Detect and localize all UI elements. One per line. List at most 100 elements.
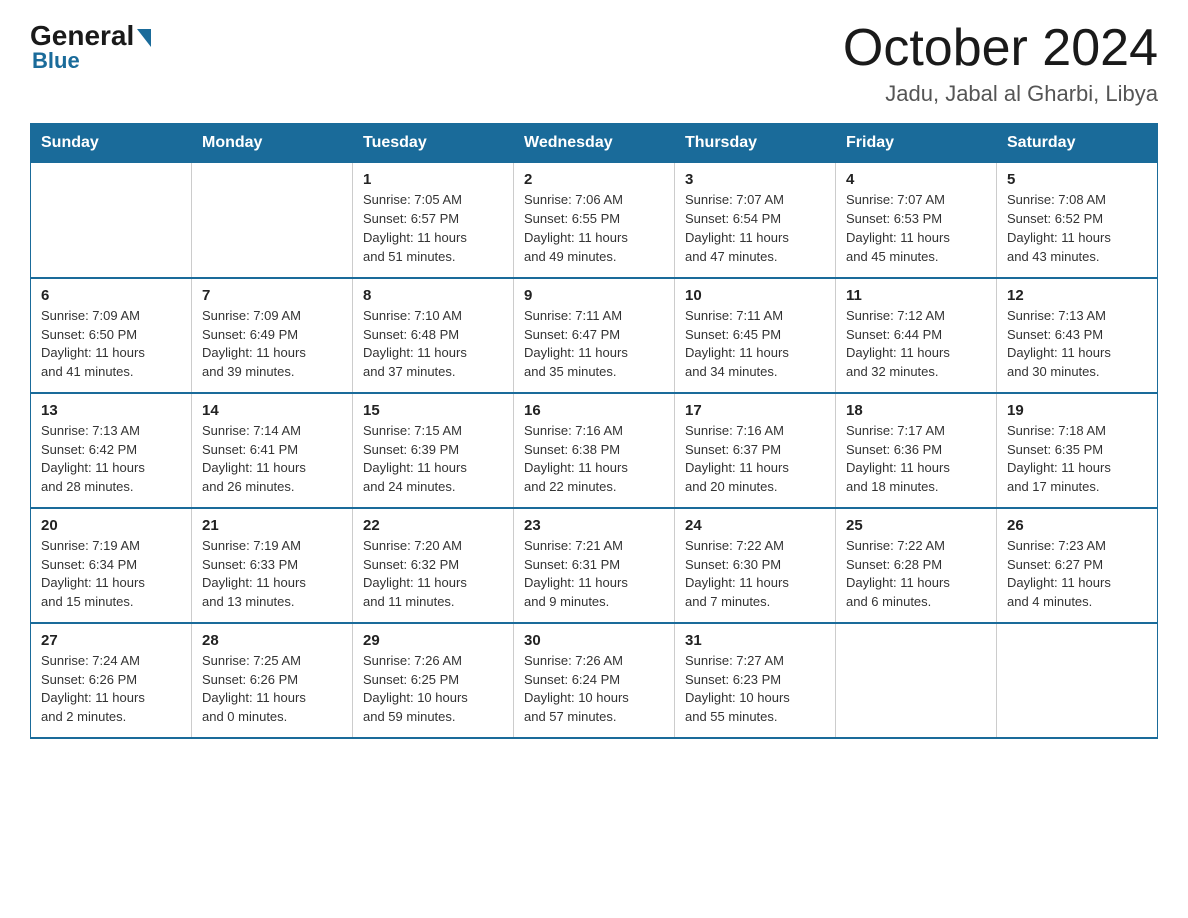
calendar-header: SundayMondayTuesdayWednesdayThursdayFrid… (31, 124, 1158, 163)
day-info: Sunrise: 7:07 AM Sunset: 6:54 PM Dayligh… (685, 191, 825, 266)
day-info: Sunrise: 7:16 AM Sunset: 6:38 PM Dayligh… (524, 422, 664, 497)
day-number: 10 (685, 287, 825, 304)
logo-blue-text: Blue (32, 48, 80, 74)
day-info: Sunrise: 7:17 AM Sunset: 6:36 PM Dayligh… (846, 422, 986, 497)
calendar-cell: 2 Sunrise: 7:06 AM Sunset: 6:55 PM Daylig… (514, 163, 675, 278)
calendar-cell: 25Sunrise: 7:22 AM Sunset: 6:28 PM Dayli… (836, 508, 997, 623)
calendar-cell: 15 Sunrise: 7:15 AM Sunset: 6:39 PM Dayli… (353, 393, 514, 508)
day-number: 22 (363, 517, 503, 534)
logo-arrow-icon (137, 29, 151, 47)
day-number: 21 (202, 517, 342, 534)
day-info: Sunrise: 7:11 AM Sunset: 6:47 PM Dayligh… (524, 307, 664, 382)
calendar-cell: 24Sunrise: 7:22 AM Sunset: 6:30 PM Dayli… (675, 508, 836, 623)
day-number: 26 (1007, 517, 1147, 534)
day-info: Sunrise: 7:07 AM Sunset: 6:53 PM Dayligh… (846, 191, 986, 266)
calendar-cell: 10 Sunrise: 7:11 AM Sunset: 6:45 PM Dayli… (675, 278, 836, 393)
day-number: 17 (685, 402, 825, 419)
day-number: 9 (524, 287, 664, 304)
day-info: Sunrise: 7:16 AM Sunset: 6:37 PM Dayligh… (685, 422, 825, 497)
day-number: 25 (846, 517, 986, 534)
weekday-header-row: SundayMondayTuesdayWednesdayThursdayFrid… (31, 124, 1158, 163)
day-number: 4 (846, 171, 986, 188)
calendar-cell: 22 Sunrise: 7:20 AM Sunset: 6:32 PM Dayli… (353, 508, 514, 623)
day-info: Sunrise: 7:11 AM Sunset: 6:45 PM Dayligh… (685, 307, 825, 382)
weekday-header-thursday: Thursday (675, 124, 836, 163)
day-info: Sunrise: 7:25 AM Sunset: 6:26 PM Dayligh… (202, 652, 342, 727)
day-info: Sunrise: 7:27 AM Sunset: 6:23 PM Dayligh… (685, 652, 825, 727)
calendar-cell: 13Sunrise: 7:13 AM Sunset: 6:42 PM Dayli… (31, 393, 192, 508)
calendar-cell: 29 Sunrise: 7:26 AM Sunset: 6:25 PM Dayli… (353, 623, 514, 738)
calendar-cell: 7 Sunrise: 7:09 AM Sunset: 6:49 PM Daylig… (192, 278, 353, 393)
day-number: 15 (363, 402, 503, 419)
weekday-header-wednesday: Wednesday (514, 124, 675, 163)
calendar-cell: 8 Sunrise: 7:10 AM Sunset: 6:48 PM Daylig… (353, 278, 514, 393)
day-number: 3 (685, 171, 825, 188)
day-info: Sunrise: 7:12 AM Sunset: 6:44 PM Dayligh… (846, 307, 986, 382)
day-info: Sunrise: 7:09 AM Sunset: 6:50 PM Dayligh… (41, 307, 181, 382)
day-info: Sunrise: 7:13 AM Sunset: 6:43 PM Dayligh… (1007, 307, 1147, 382)
day-info: Sunrise: 7:26 AM Sunset: 6:24 PM Dayligh… (524, 652, 664, 727)
calendar-cell: 19Sunrise: 7:18 AM Sunset: 6:35 PM Dayli… (997, 393, 1158, 508)
day-number: 30 (524, 632, 664, 649)
day-number: 27 (41, 632, 181, 649)
day-number: 5 (1007, 171, 1147, 188)
calendar-cell: 9 Sunrise: 7:11 AM Sunset: 6:47 PM Daylig… (514, 278, 675, 393)
weekday-header-friday: Friday (836, 124, 997, 163)
day-number: 18 (846, 402, 986, 419)
month-year-title: October 2024 (843, 20, 1158, 77)
day-info: Sunrise: 7:15 AM Sunset: 6:39 PM Dayligh… (363, 422, 503, 497)
day-number: 23 (524, 517, 664, 534)
calendar-cell: 4 Sunrise: 7:07 AM Sunset: 6:53 PM Daylig… (836, 163, 997, 278)
day-info: Sunrise: 7:14 AM Sunset: 6:41 PM Dayligh… (202, 422, 342, 497)
calendar-cell: 18 Sunrise: 7:17 AM Sunset: 6:36 PM Dayli… (836, 393, 997, 508)
calendar-cell: 30 Sunrise: 7:26 AM Sunset: 6:24 PM Dayli… (514, 623, 675, 738)
calendar-cell: 16 Sunrise: 7:16 AM Sunset: 6:38 PM Dayli… (514, 393, 675, 508)
weekday-header-monday: Monday (192, 124, 353, 163)
day-info: Sunrise: 7:10 AM Sunset: 6:48 PM Dayligh… (363, 307, 503, 382)
day-info: Sunrise: 7:24 AM Sunset: 6:26 PM Dayligh… (41, 652, 181, 727)
calendar-week-row: 13Sunrise: 7:13 AM Sunset: 6:42 PM Dayli… (31, 393, 1158, 508)
calendar-cell: 31 Sunrise: 7:27 AM Sunset: 6:23 PM Dayli… (675, 623, 836, 738)
day-info: Sunrise: 7:23 AM Sunset: 6:27 PM Dayligh… (1007, 537, 1147, 612)
day-number: 8 (363, 287, 503, 304)
day-info: Sunrise: 7:20 AM Sunset: 6:32 PM Dayligh… (363, 537, 503, 612)
calendar-cell: 1Sunrise: 7:05 AM Sunset: 6:57 PM Daylig… (353, 163, 514, 278)
calendar-cell: 23Sunrise: 7:21 AM Sunset: 6:31 PM Dayli… (514, 508, 675, 623)
day-number: 2 (524, 171, 664, 188)
calendar-table: SundayMondayTuesdayWednesdayThursdayFrid… (30, 123, 1158, 739)
calendar-cell: 28 Sunrise: 7:25 AM Sunset: 6:26 PM Dayli… (192, 623, 353, 738)
day-number: 28 (202, 632, 342, 649)
day-info: Sunrise: 7:26 AM Sunset: 6:25 PM Dayligh… (363, 652, 503, 727)
day-number: 29 (363, 632, 503, 649)
day-number: 19 (1007, 402, 1147, 419)
calendar-cell: 27 Sunrise: 7:24 AM Sunset: 6:26 PM Dayli… (31, 623, 192, 738)
day-info: Sunrise: 7:13 AM Sunset: 6:42 PM Dayligh… (41, 422, 181, 497)
day-number: 16 (524, 402, 664, 419)
calendar-cell: 14 Sunrise: 7:14 AM Sunset: 6:41 PM Dayli… (192, 393, 353, 508)
day-number: 1 (363, 171, 503, 188)
day-number: 11 (846, 287, 986, 304)
calendar-cell (997, 623, 1158, 738)
day-number: 12 (1007, 287, 1147, 304)
calendar-cell (836, 623, 997, 738)
day-info: Sunrise: 7:19 AM Sunset: 6:33 PM Dayligh… (202, 537, 342, 612)
day-info: Sunrise: 7:06 AM Sunset: 6:55 PM Dayligh… (524, 191, 664, 266)
calendar-cell: 5Sunrise: 7:08 AM Sunset: 6:52 PM Daylig… (997, 163, 1158, 278)
logo: General Blue (30, 20, 151, 74)
calendar-week-row: 6 Sunrise: 7:09 AM Sunset: 6:50 PM Daylig… (31, 278, 1158, 393)
day-number: 6 (41, 287, 181, 304)
day-info: Sunrise: 7:19 AM Sunset: 6:34 PM Dayligh… (41, 537, 181, 612)
calendar-cell: 12 Sunrise: 7:13 AM Sunset: 6:43 PM Dayli… (997, 278, 1158, 393)
day-number: 14 (202, 402, 342, 419)
calendar-week-row: 20 Sunrise: 7:19 AM Sunset: 6:34 PM Dayli… (31, 508, 1158, 623)
day-number: 7 (202, 287, 342, 304)
weekday-header-saturday: Saturday (997, 124, 1158, 163)
calendar-cell: 6 Sunrise: 7:09 AM Sunset: 6:50 PM Daylig… (31, 278, 192, 393)
day-info: Sunrise: 7:09 AM Sunset: 6:49 PM Dayligh… (202, 307, 342, 382)
calendar-cell (31, 163, 192, 278)
day-number: 24 (685, 517, 825, 534)
day-number: 31 (685, 632, 825, 649)
day-number: 20 (41, 517, 181, 534)
weekday-header-tuesday: Tuesday (353, 124, 514, 163)
page-header: General Blue October 2024 Jadu, Jabal al… (30, 20, 1158, 107)
